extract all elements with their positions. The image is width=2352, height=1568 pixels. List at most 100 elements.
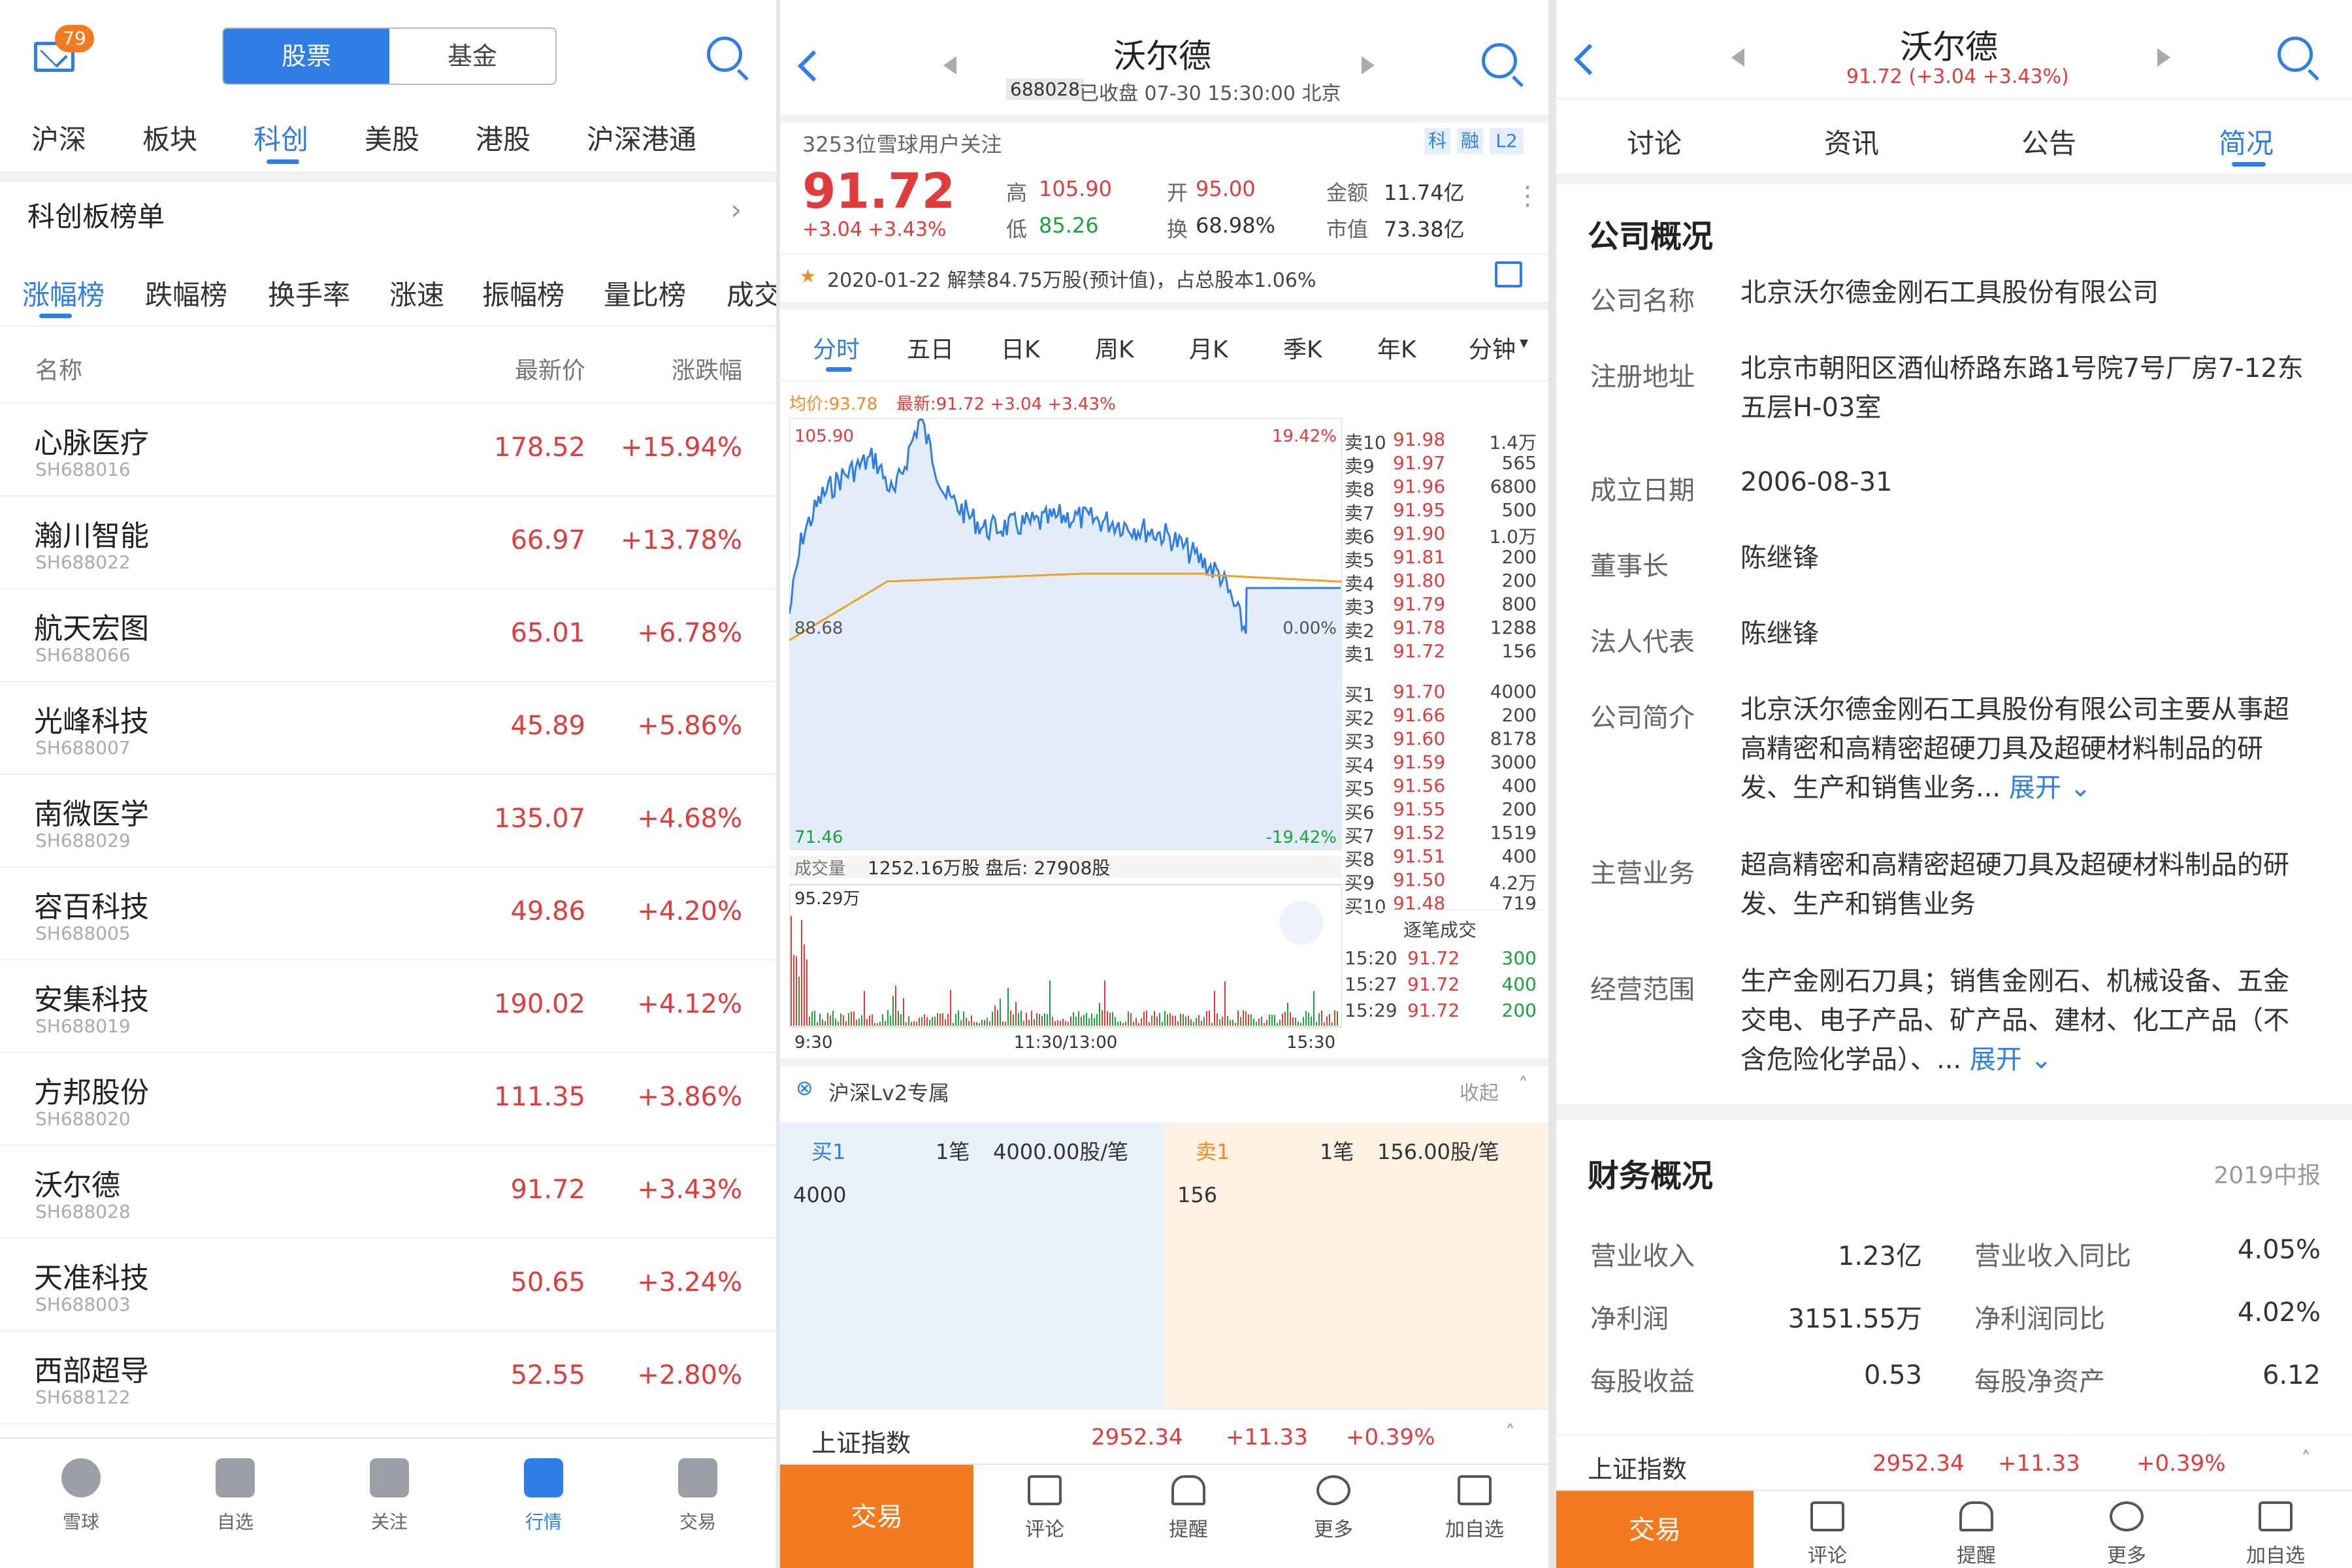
intraday-chart[interactable]: 105.90 88.68 71.46 19.42% 0.00% -19.42% … — [789, 418, 1342, 1051]
search-icon[interactable] — [1482, 43, 1517, 78]
level-price: 91.51 — [1393, 845, 1446, 867]
comment-button[interactable]: 评论 — [1778, 1501, 1876, 1568]
table-row[interactable]: 方邦股份 SH688020 111.35 +3.86% — [0, 1053, 776, 1146]
tab-minute[interactable]: 分钟 — [1469, 331, 1516, 365]
table-row[interactable]: 瀚川智能 SH688022 66.97 +13.78% — [0, 497, 776, 589]
tab-discussion[interactable]: 讨论 — [1627, 122, 1682, 161]
expand-link[interactable]: 展开 — [2009, 773, 2061, 803]
next-stock-icon[interactable] — [2157, 48, 2170, 67]
back-icon[interactable] — [1573, 43, 1606, 76]
dropdown-icon[interactable]: ▾ — [1520, 333, 1528, 353]
add-watchlist-button[interactable]: 加自选 — [2227, 1501, 2325, 1568]
tab-5day[interactable]: 五日 — [907, 331, 954, 365]
volume-bar — [1172, 1015, 1173, 1026]
table-row[interactable]: 光峰科技 SH688007 45.89 +5.86% — [0, 682, 776, 775]
table-row[interactable]: 安集科技 SH688019 190.02 +4.12% — [0, 960, 776, 1053]
tab-weekly-k[interactable]: 周K — [1095, 331, 1134, 365]
tab-yearly-k[interactable]: 年K — [1377, 331, 1416, 365]
tab-volume-ratio[interactable]: 量比榜 — [604, 273, 686, 313]
volume-bar — [1313, 991, 1315, 1026]
tab-speed[interactable]: 涨速 — [389, 273, 444, 313]
tab-monthly-k[interactable]: 月K — [1189, 331, 1228, 365]
level-price: 91.97 — [1393, 452, 1446, 474]
tag-star: 科 — [1424, 128, 1450, 154]
tab-intraday[interactable]: 分时 — [813, 331, 860, 365]
volume-bar — [960, 1020, 962, 1026]
search-icon[interactable] — [2278, 37, 2313, 72]
collapse-button[interactable]: 收起 — [1460, 1077, 1499, 1105]
comment-button[interactable]: 评论 — [996, 1475, 1094, 1542]
table-row[interactable]: 心脉医疗 SH688016 178.52 +15.94% — [0, 404, 776, 497]
volume-bar — [1206, 1011, 1207, 1026]
table-row[interactable]: 容百科技 SH688005 49.86 +4.20% — [0, 868, 776, 960]
tab-gainers[interactable]: 涨幅榜 — [22, 273, 105, 313]
table-row[interactable]: 天准科技 SH688003 50.65 +3.24% — [0, 1239, 776, 1331]
tab-profile[interactable]: 简况 — [2219, 122, 2274, 161]
trade-button[interactable]: 交易 — [780, 1465, 973, 1568]
index-ticker[interactable]: 上证指数 2952.34 +11.33 +0.39% ˄ — [780, 1409, 1548, 1463]
tab-daily-k[interactable]: 日K — [1001, 331, 1040, 365]
detail-bottom-bar: 交易 评论 提醒 更多 加自选 — [780, 1463, 1548, 1568]
table-row[interactable]: 沃尔德 SH688028 91.72 +3.43% — [0, 1146, 776, 1239]
tab-star-market[interactable]: 科创 — [253, 118, 308, 157]
table-row[interactable]: 南微医学 SH688029 135.07 +4.68% — [0, 775, 776, 868]
back-icon[interactable] — [797, 50, 830, 82]
tab-hushen[interactable]: 沪深 — [31, 118, 86, 157]
volume-bar — [879, 1022, 881, 1026]
expand-icon[interactable] — [1279, 900, 1324, 945]
tab-announcements[interactable]: 公告 — [2021, 122, 2076, 161]
chevron-down-icon[interactable]: ⌄ — [2061, 773, 2092, 803]
add-watchlist-button[interactable]: 加自选 — [1426, 1475, 1524, 1542]
prev-stock-icon[interactable] — [1731, 48, 1744, 67]
tab-news[interactable]: 资讯 — [1824, 122, 1879, 161]
follower-count[interactable]: 3253位雪球用户关注 — [802, 128, 1002, 158]
nav-follow[interactable]: 关注 — [337, 1458, 442, 1534]
tab-amplitude[interactable]: 振幅榜 — [482, 273, 564, 313]
chevron-right-icon[interactable]: › — [730, 193, 742, 227]
table-row[interactable]: 航天宏图 SH688066 65.01 +6.78% — [0, 589, 776, 682]
col-change[interactable]: 涨跌幅 — [672, 351, 742, 385]
unlock-notice[interactable]: 2020-01-22 解禁84.75万股(预计值)，占总股本1.06% — [827, 264, 1316, 293]
index-ticker[interactable]: 上证指数 2952.34 +11.33 +0.39% ˄ — [1556, 1435, 2352, 1490]
tab-hk-stocks[interactable]: 港股 — [476, 118, 531, 157]
tab-volume[interactable]: 成交 — [727, 273, 776, 313]
tab-us-stocks[interactable]: 美股 — [365, 118, 419, 157]
more-button[interactable]: 更多 — [1284, 1475, 1382, 1542]
nav-market[interactable]: 行情 — [491, 1458, 596, 1534]
more-button[interactable]: 更多 — [2078, 1501, 2176, 1568]
table-row[interactable]: 西部超导 SH688122 52.55 +2.80% — [0, 1331, 776, 1424]
nav-trade[interactable]: 交易 — [645, 1458, 750, 1534]
volume-bar — [1088, 1018, 1090, 1026]
yuan-icon — [678, 1458, 717, 1497]
trade-button[interactable]: 交易 — [1556, 1491, 1754, 1568]
expand-link[interactable]: 展开 — [1970, 1045, 2022, 1075]
tab-losers[interactable]: 跌幅榜 — [145, 273, 227, 313]
tab-connect[interactable]: 沪深港通 — [587, 118, 696, 157]
alert-button[interactable]: 提醒 — [1927, 1501, 2025, 1568]
tab-sector[interactable]: 板块 — [142, 118, 197, 157]
volume-bar — [1102, 1010, 1103, 1026]
prev-stock-icon[interactable] — [943, 56, 956, 74]
alert-button[interactable]: 提醒 — [1139, 1475, 1237, 1542]
tab-turnover[interactable]: 换手率 — [268, 273, 350, 313]
volume-bar — [887, 1010, 889, 1026]
more-vertical-icon[interactable]: ⋮ — [1514, 183, 1541, 209]
stock-fund-toggle[interactable]: 股票 基金 — [222, 27, 557, 85]
search-icon[interactable] — [707, 37, 742, 72]
volume-bar — [814, 1011, 815, 1026]
tab-quarterly-k[interactable]: 季K — [1283, 331, 1322, 365]
nav-xueqiu[interactable]: 雪球 — [29, 1458, 133, 1534]
next-stock-icon[interactable] — [1362, 56, 1375, 74]
calendar-icon[interactable] — [1495, 261, 1522, 287]
fin-key: 营业收入同比 — [1974, 1241, 2131, 1271]
nav-watchlist[interactable]: 自选 — [183, 1458, 287, 1534]
volume-bar — [1269, 1014, 1270, 1026]
ticks-title[interactable]: 逐笔成交 — [1403, 916, 1477, 942]
funds-segment[interactable]: 基金 — [389, 29, 555, 84]
chevron-up-icon[interactable]: ˄ — [1518, 1074, 1528, 1097]
volume-bar — [827, 1013, 828, 1026]
col-price[interactable]: 最新价 — [515, 351, 585, 385]
chevron-down-icon[interactable]: ⌄ — [2022, 1045, 2053, 1075]
stocks-segment[interactable]: 股票 — [223, 29, 389, 84]
volume-frame — [789, 884, 1342, 1028]
